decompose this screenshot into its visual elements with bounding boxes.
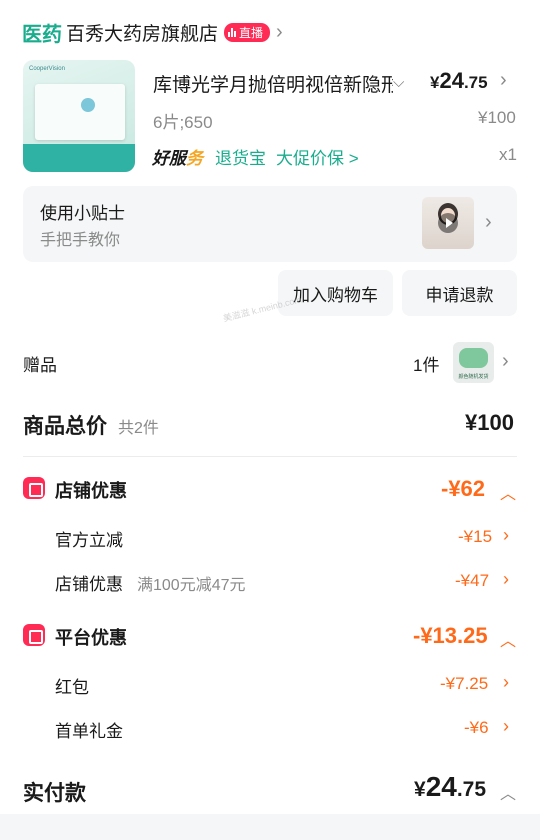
gift-count: 1件: [413, 356, 440, 375]
product-thumbnail-strip: [23, 144, 135, 172]
store-discount-value[interactable]: -¥62: [441, 476, 485, 502]
store-category-tag: 医药: [22, 23, 62, 46]
original-price: ¥100: [478, 108, 516, 127]
chevron-up-icon[interactable]: ︿: [500, 480, 516, 504]
store-discount-icon: [23, 477, 45, 499]
request-refund-button[interactable]: 申请退款: [402, 270, 517, 316]
product-quantity: x1: [499, 145, 517, 164]
product-thumbnail[interactable]: CooperVision: [23, 60, 135, 172]
official-discount-label: 官方立减: [55, 531, 123, 550]
chevron-right-icon[interactable]: ›: [500, 70, 507, 90]
store-name[interactable]: 百秀大药房旗舰店: [66, 19, 218, 46]
official-discount-value[interactable]: -¥15: [458, 527, 492, 547]
bottom-bar: [0, 814, 540, 840]
tips-subtitle: 手把手教你: [40, 232, 121, 249]
gift-thumbnail-caption: 颜色随机发货: [458, 374, 489, 380]
total-item-count: 共2件: [118, 420, 159, 437]
product-box-image: [35, 84, 125, 140]
chevron-right-icon[interactable]: ›: [503, 569, 509, 590]
store-header[interactable]: 医药 百秀大药房旗舰店 直播 ›: [22, 18, 283, 46]
live-bars-icon: [228, 27, 237, 37]
total-price-value: ¥100: [465, 410, 514, 435]
play-icon: [438, 213, 458, 233]
chevron-up-icon[interactable]: ︿: [500, 627, 516, 651]
store-coupon-label: 店铺优惠: [55, 575, 123, 594]
chevron-right-icon[interactable]: ›: [503, 525, 509, 546]
chevron-down-icon[interactable]: ⌵: [393, 74, 404, 91]
price-dec: .75: [463, 73, 488, 92]
platform-discount-title: 平台优惠: [55, 628, 127, 648]
store-coupon-value[interactable]: -¥47: [455, 571, 489, 591]
store-coupon-note: 满100元减47元: [137, 577, 246, 594]
chevron-right-icon: ›: [276, 21, 283, 43]
good-service-label: 好服务: [152, 144, 203, 169]
red-packet-label: 红包: [55, 678, 89, 697]
gift-item-image: [459, 348, 488, 368]
product-price: ¥24.75: [430, 68, 488, 94]
gift-label: 赠品: [23, 356, 57, 375]
lens-image: [81, 98, 95, 112]
paid-dec: .75: [456, 778, 487, 801]
tips-video-thumbnail[interactable]: [422, 197, 474, 249]
divider: [23, 456, 517, 457]
paid-int: 24: [425, 771, 457, 802]
red-packet-value[interactable]: -¥7.25: [440, 674, 488, 694]
chevron-right-icon[interactable]: ›: [503, 716, 509, 737]
chevron-right-icon[interactable]: ›: [485, 212, 492, 232]
paid-amount-value: ¥24.75: [414, 771, 486, 803]
service-price-protection[interactable]: 大促价保 >: [276, 144, 359, 169]
platform-discount-value[interactable]: -¥13.25: [413, 623, 488, 649]
price-int: 24: [439, 68, 464, 93]
chevron-up-icon[interactable]: ︿: [500, 780, 516, 804]
service-row[interactable]: 好服务 退货宝 大促价保 >: [152, 144, 369, 169]
live-badge-label: 直播: [239, 25, 264, 40]
good-service-accent: 务: [186, 149, 203, 168]
live-badge[interactable]: 直播: [224, 22, 271, 42]
platform-discount-icon: [23, 624, 45, 646]
paid-amount-label: 实付款: [23, 782, 86, 805]
store-discount-title: 店铺优惠: [55, 481, 127, 501]
product-spec: 6片;650: [153, 113, 213, 132]
tips-title: 使用小贴士: [40, 204, 125, 223]
service-return-insurance[interactable]: 退货宝: [215, 144, 266, 169]
first-order-gift-label: 首单礼金: [55, 722, 123, 741]
product-title[interactable]: 库博光学月抛倍明视倍新隐形眼镜: [153, 70, 393, 97]
first-order-gift-value[interactable]: -¥6: [464, 718, 489, 738]
product-thumbnail-brand: CooperVision: [29, 66, 65, 72]
chevron-right-icon[interactable]: ›: [503, 672, 509, 693]
chevron-right-icon[interactable]: ›: [502, 351, 509, 371]
good-service-main: 好服: [152, 149, 186, 168]
total-price-label: 商品总价: [23, 415, 107, 438]
gift-thumbnail[interactable]: 颜色随机发货: [453, 342, 494, 383]
paid-symbol: ¥: [414, 778, 426, 801]
